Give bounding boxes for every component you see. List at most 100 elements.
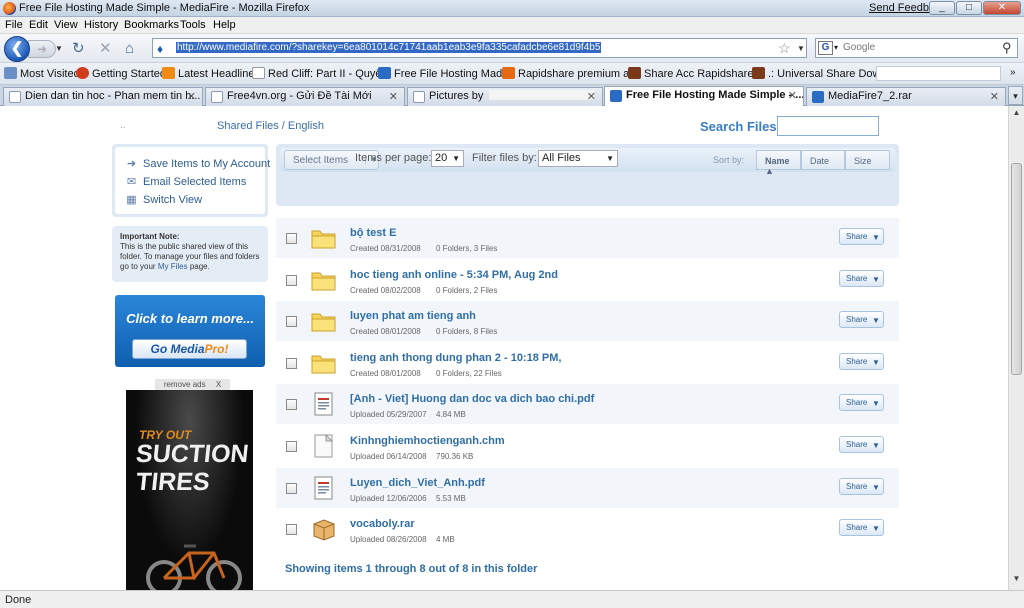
select-checkbox[interactable]	[286, 399, 297, 411]
tab-free4vn[interactable]: Free4vn.org - Gửi Đề Tài Mới ✕	[205, 87, 405, 106]
filter-files-select[interactable]: All Files ▼	[538, 150, 618, 167]
save-items-link[interactable]: ➜ Save Items to My Account	[125, 157, 270, 170]
tab-close-icon[interactable]: ✕	[389, 90, 398, 103]
minimize-button[interactable]: _	[929, 1, 955, 15]
forward-button[interactable]: ➜	[28, 40, 56, 58]
file-name-link[interactable]: tieng anh thong dung phan 2 - 10:18 PM,	[350, 352, 561, 364]
url-text[interactable]: http://www.mediafire.com/?sharekey=6ea80…	[176, 42, 602, 53]
my-files-link[interactable]: My Files	[158, 262, 188, 271]
file-name-link[interactable]: hoc tieng anh online - 5:34 PM, Aug 2nd	[350, 269, 558, 281]
menu-file[interactable]: File	[5, 19, 23, 31]
select-checkbox[interactable]	[286, 274, 297, 286]
select-checkbox[interactable]	[286, 357, 297, 369]
menu-help[interactable]: Help	[213, 19, 236, 31]
tab-dien-dan[interactable]: Dien dan tin hoc - Phan mem tin h... ✕	[3, 87, 203, 106]
go-mediapro-button[interactable]: Go MediaPro!	[132, 339, 247, 359]
file-name-link[interactable]: Luyen_dich_Viet_Anh.pdf	[350, 477, 485, 489]
tab-mediafire-active[interactable]: Free File Hosting Made Simple - ... ✕	[604, 86, 804, 107]
search-icon[interactable]: ⚲	[1002, 40, 1012, 56]
tab-close-icon[interactable]: ✕	[187, 90, 196, 103]
search-engine-icon[interactable]: G	[818, 41, 833, 55]
file-row[interactable]: [Anh - Viet] Huong dan doc va dich bao c…	[276, 384, 899, 425]
remove-ads-link[interactable]: remove ads X	[155, 379, 230, 390]
file-info: 790.36 KB	[436, 452, 474, 461]
advertisement[interactable]: TRY OUT SUCTION TIRES	[126, 390, 253, 590]
sort-size-button[interactable]: Size	[845, 150, 890, 170]
back-button[interactable]: ❮	[4, 36, 30, 62]
select-checkbox[interactable]	[286, 441, 297, 452]
menu-edit[interactable]: Edit	[29, 19, 48, 31]
bookmark-latest-headlines[interactable]: Latest Headlines	[162, 67, 260, 80]
home-icon[interactable]: ⌂	[125, 41, 134, 56]
scroll-thumb[interactable]	[1011, 163, 1022, 375]
bookmarks-overflow-icon[interactable]: »	[1010, 67, 1016, 78]
menu-history[interactable]: History	[84, 19, 118, 31]
share-button[interactable]: Share ▼	[839, 311, 884, 329]
menu-bookmarks[interactable]: Bookmarks	[124, 19, 179, 31]
history-dropdown-icon[interactable]: ▼	[55, 44, 63, 53]
tab-close-icon[interactable]: ✕	[788, 89, 797, 102]
share-button[interactable]: Share ▼	[839, 436, 884, 453]
tab-mediafire-rar[interactable]: MediaFire7_2.rar ✕	[806, 87, 1006, 106]
tab-list-icon[interactable]: ▾	[1008, 86, 1023, 105]
scroll-down-icon[interactable]: ▼	[1010, 574, 1023, 586]
maximize-button[interactable]: □	[956, 1, 982, 15]
file-row[interactable]: tieng anh thong dung phan 2 - 10:18 PM, C…	[276, 343, 899, 383]
email-items-link[interactable]: ✉ Email Selected Items	[125, 175, 246, 188]
tab-close-icon[interactable]: ✕	[990, 90, 999, 103]
bookmark-free-file-hosting[interactable]: Free File Hosting Mad...	[378, 67, 511, 80]
select-checkbox[interactable]	[286, 316, 297, 328]
select-checkbox[interactable]	[286, 524, 297, 536]
breadcrumb[interactable]: Shared Files / English	[217, 120, 324, 132]
reload-icon[interactable]: ↻	[72, 41, 85, 56]
file-name-link[interactable]: bộ test E	[350, 227, 396, 239]
bookmark-rapidshare-premium[interactable]: Rapidshare premium a...	[502, 67, 638, 80]
bookmark-universal-share[interactable]: .: Universal Share Dow...	[752, 67, 889, 80]
menu-view[interactable]: View	[54, 19, 78, 31]
file-name-link[interactable]: Kinhnghiemhoctienganh.chm	[350, 435, 505, 447]
file-name-link[interactable]: luyen phat am tieng anh	[350, 310, 476, 322]
bookmark-star-icon[interactable]: ☆	[778, 40, 791, 57]
tab-close-icon[interactable]: ✕	[587, 90, 596, 103]
address-bar[interactable]: ♦ http://www.mediafire.com/?sharekey=6ea…	[152, 38, 807, 58]
web-search-box[interactable]: G ▾ Google ⚲	[815, 38, 1018, 58]
items-per-page-select[interactable]: 20 ▼	[431, 150, 464, 167]
mediapro-banner[interactable]: Click to learn more... Go MediaPro!	[115, 295, 265, 367]
file-row[interactable]: vocaboly.rar Uploaded 08/26/2008 4 MB Share…	[276, 509, 899, 549]
bookmark-share-acc[interactable]: Share Acc Rapidshare ...	[628, 67, 766, 80]
file-row[interactable]: hoc tieng anh online - 5:34 PM, Aug 2nd C…	[276, 260, 899, 300]
select-checkbox[interactable]	[286, 482, 297, 494]
share-button[interactable]: Share ▼	[839, 477, 884, 495]
bookmark-most-visited[interactable]: Most Visited	[4, 67, 80, 80]
firefox-icon	[3, 2, 16, 15]
share-button[interactable]: Share ▼	[839, 394, 884, 412]
tab-pictures[interactable]: Pictures by ✕	[407, 87, 603, 106]
select-checkbox[interactable]	[286, 233, 297, 244]
folder-icon	[311, 268, 337, 292]
share-button[interactable]: Share ▼	[839, 352, 884, 370]
bookmark-red-cliff[interactable]: Red Cliff: Part II - Quyế...	[252, 67, 391, 80]
bookmark-blank[interactable]	[876, 66, 1001, 81]
file-row[interactable]: Kinhnghiemhoctienganh.chm Uploaded 06/14/…	[276, 426, 899, 466]
file-row[interactable]: bộ test E Created 08/31/2008 0 Folders, 3 …	[276, 218, 899, 258]
stop-icon[interactable]: ✕	[99, 41, 112, 56]
url-dropdown-icon[interactable]: ▼	[797, 44, 805, 53]
vertical-scrollbar[interactable]: ▲ ▼	[1008, 106, 1024, 590]
file-name-link[interactable]: [Anh - Viet] Huong dan doc va dich bao c…	[350, 393, 594, 405]
close-window-button[interactable]: ✕	[983, 1, 1021, 15]
share-button[interactable]: Share ▼	[839, 519, 884, 537]
share-button[interactable]: Share ▼	[839, 228, 884, 245]
sort-name-button[interactable]: Name ▲	[756, 150, 801, 176]
sort-date-button[interactable]: Date	[801, 150, 845, 170]
promo-headline[interactable]: Click to learn more...	[115, 311, 265, 326]
share-button[interactable]: Share ▼	[839, 269, 884, 287]
scroll-up-icon[interactable]: ▲	[1010, 108, 1023, 120]
search-files-input[interactable]	[777, 116, 879, 136]
bookmark-getting-started[interactable]: Getting Started	[76, 67, 166, 80]
file-row[interactable]: Luyen_dich_Viet_Anh.pdf Uploaded 12/06/20…	[276, 467, 899, 508]
file-row[interactable]: luyen phat am tieng anh Created 08/01/200…	[276, 301, 899, 342]
switch-view-link[interactable]: ▦ Switch View	[125, 193, 202, 206]
menu-tools[interactable]: Tools	[180, 19, 206, 31]
file-name-link[interactable]: vocaboly.rar	[350, 518, 415, 530]
search-engine-dropdown-icon[interactable]: ▾	[834, 43, 838, 52]
